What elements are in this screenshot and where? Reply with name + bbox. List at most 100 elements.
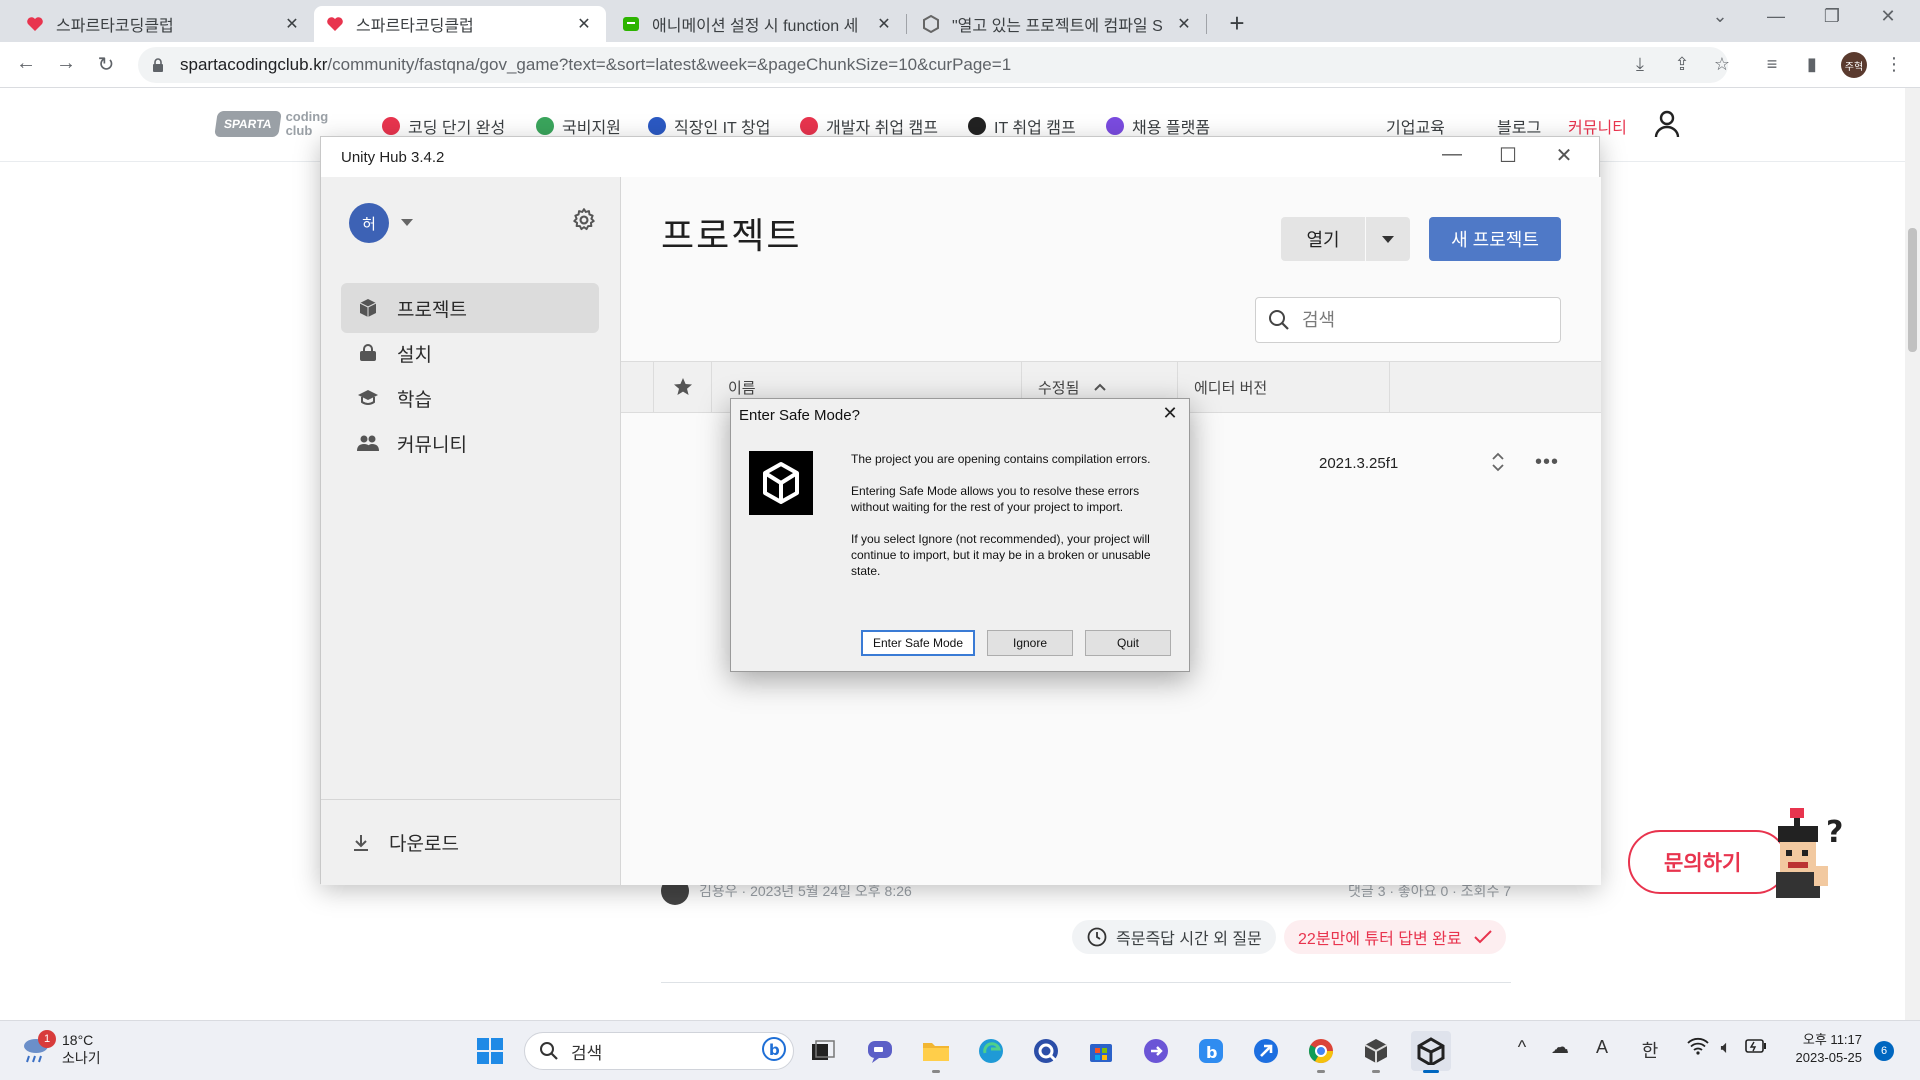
nav-link[interactable]: 코딩 단기 완성 bbox=[382, 114, 505, 138]
install-icon[interactable]: ⤓ bbox=[1628, 54, 1652, 75]
close-window-icon[interactable]: ✕ bbox=[1868, 6, 1908, 27]
onedrive-icon[interactable]: ☁ bbox=[1546, 1037, 1574, 1058]
weather-widget[interactable]: 1 18°C 소나기 bbox=[20, 1030, 101, 1067]
store-button[interactable] bbox=[1081, 1031, 1121, 1071]
open-dropdown-button[interactable] bbox=[1366, 217, 1410, 261]
new-project-button[interactable]: 새 프로젝트 bbox=[1429, 217, 1561, 261]
downloads-button[interactable]: 다운로드 bbox=[351, 829, 459, 856]
ime-language[interactable]: 한 bbox=[1636, 1037, 1664, 1063]
file-explorer-button[interactable] bbox=[916, 1031, 956, 1073]
running-indicator bbox=[1317, 1070, 1325, 1073]
user-icon[interactable] bbox=[1654, 110, 1680, 138]
minimize-icon[interactable]: — bbox=[1756, 6, 1796, 27]
close-tab-icon[interactable]: ✕ bbox=[874, 14, 894, 34]
task-view-icon bbox=[812, 1040, 835, 1060]
new-tab-button[interactable]: + bbox=[1222, 8, 1252, 39]
nav-label: 코딩 단기 완성 bbox=[408, 120, 506, 137]
back-arrow-icon[interactable]: ← bbox=[12, 52, 40, 75]
side-panel-icon[interactable]: ▮ bbox=[1800, 54, 1824, 75]
editor-version-value[interactable]: 2021.3.25f1 bbox=[1319, 455, 1398, 472]
mascot-character-icon[interactable]: ? bbox=[1766, 808, 1862, 898]
chat-app-button[interactable] bbox=[860, 1031, 900, 1071]
search-box[interactable] bbox=[1255, 297, 1561, 343]
tab-title: 애니메이션 설정 시 function 세 bbox=[652, 18, 859, 35]
graduation-cap-icon bbox=[357, 387, 379, 409]
nav-link-community[interactable]: 커뮤니티 bbox=[1568, 114, 1627, 138]
sidebar-item-learn[interactable]: 학습 bbox=[341, 373, 599, 423]
reading-list-icon[interactable]: ≡ bbox=[1760, 54, 1784, 75]
taskbar-search[interactable]: 검색 b bbox=[524, 1032, 794, 1070]
nav-link[interactable]: 채용 플랫폼 bbox=[1106, 114, 1210, 138]
purple-arrow-app-icon bbox=[1144, 1039, 1168, 1063]
favorite-column-header[interactable] bbox=[653, 362, 711, 412]
quit-button[interactable]: Quit bbox=[1085, 630, 1171, 656]
ime-mode[interactable]: A bbox=[1588, 1037, 1616, 1058]
reload-icon[interactable]: ↻ bbox=[92, 52, 120, 77]
close-tab-icon[interactable]: ✕ bbox=[282, 14, 302, 34]
wifi-icon[interactable] bbox=[1684, 1037, 1712, 1060]
unity-hub-button[interactable] bbox=[1411, 1031, 1451, 1073]
edge-browser-button[interactable] bbox=[971, 1031, 1011, 1071]
search-input[interactable] bbox=[1302, 309, 1522, 331]
battery-icon[interactable] bbox=[1742, 1037, 1770, 1058]
profile-avatar[interactable]: 주혁 bbox=[1841, 52, 1867, 78]
browser-tab[interactable]: "열고 있는 프로젝트에 컴파일 S ✕ bbox=[910, 6, 1206, 42]
nav-link[interactable]: 직장인 IT 창업 bbox=[648, 114, 770, 138]
nav-link-blog[interactable]: 블로그 bbox=[1497, 114, 1541, 138]
app-button[interactable] bbox=[1136, 1031, 1176, 1071]
lock-icon bbox=[357, 342, 379, 364]
volume-icon[interactable]: 🔈︎ bbox=[1712, 1037, 1740, 1058]
restore-icon[interactable]: ❐ bbox=[1812, 6, 1852, 27]
star-icon bbox=[673, 378, 692, 395]
clock[interactable]: 오후 11:17 2023-05-25 bbox=[1782, 1031, 1863, 1067]
app-button[interactable] bbox=[1246, 1031, 1286, 1071]
hub-minimize-icon[interactable]: — bbox=[1437, 143, 1467, 166]
open-button[interactable]: 열기 bbox=[1281, 217, 1365, 261]
browser-tab-active[interactable]: 스파르타코딩클럽 ✕ bbox=[314, 6, 606, 42]
scrollbar-thumb[interactable] bbox=[1908, 228, 1917, 352]
tray-overflow-chevron-icon[interactable]: ^ bbox=[1508, 1037, 1536, 1058]
account-caret-icon[interactable] bbox=[401, 219, 413, 226]
browser-tab[interactable]: 스파르타코딩클럽 ✕ bbox=[14, 6, 314, 42]
tab-search-icon[interactable]: ⌄ bbox=[1700, 6, 1740, 27]
notification-badge[interactable]: 6 bbox=[1874, 1041, 1894, 1061]
unity-editor-button[interactable] bbox=[1356, 1031, 1396, 1073]
nav-link-corporate[interactable]: 기업교육 bbox=[1386, 114, 1445, 138]
close-tab-icon[interactable]: ✕ bbox=[574, 14, 594, 34]
app-button[interactable] bbox=[1026, 1031, 1066, 1071]
page-scrollbar[interactable] bbox=[1905, 88, 1920, 1020]
cube-icon bbox=[357, 297, 379, 319]
sidebar-item-projects[interactable]: 프로젝트 bbox=[341, 283, 599, 333]
nav-link[interactable]: 개발자 취업 캠프 bbox=[800, 114, 938, 138]
sparta-logo[interactable]: SPARTA coding club bbox=[214, 110, 328, 138]
app-button[interactable]: b bbox=[1191, 1031, 1231, 1071]
version-select-chevrons-icon[interactable] bbox=[1491, 451, 1505, 473]
gear-icon[interactable] bbox=[571, 207, 597, 233]
start-button[interactable] bbox=[470, 1031, 510, 1071]
sidebar-item-installs[interactable]: 설치 bbox=[341, 328, 599, 378]
share-icon[interactable]: ⇪ bbox=[1670, 54, 1694, 75]
account-avatar[interactable]: 허 bbox=[349, 203, 389, 243]
hub-close-icon[interactable]: ✕ bbox=[1549, 143, 1579, 168]
chrome-button[interactable] bbox=[1301, 1031, 1341, 1073]
ignore-button[interactable]: Ignore bbox=[987, 630, 1073, 656]
browser-tab-strip: 스파르타코딩클럽 ✕ 스파르타코딩클럽 ✕ 애니메이션 설정 시 functio… bbox=[0, 0, 1920, 42]
enter-safe-mode-button[interactable]: Enter Safe Mode bbox=[861, 630, 975, 656]
sidebar-item-label: 커뮤니티 bbox=[397, 434, 467, 456]
hub-maximize-icon[interactable]: ☐ bbox=[1493, 143, 1523, 168]
inquiry-button[interactable]: 문의하기 bbox=[1628, 830, 1788, 894]
close-tab-icon[interactable]: ✕ bbox=[1174, 14, 1194, 34]
more-options-icon[interactable]: ••• bbox=[1535, 452, 1559, 472]
bookmark-star-icon[interactable]: ☆ bbox=[1710, 54, 1734, 75]
address-bar[interactable]: spartacodingclub.kr/community/fastqna/go… bbox=[138, 47, 1728, 83]
task-view-button[interactable] bbox=[803, 1031, 843, 1071]
dialog-close-icon[interactable]: ✕ bbox=[1155, 403, 1185, 429]
store-icon bbox=[1090, 1044, 1112, 1062]
browser-tab[interactable]: 애니메이션 설정 시 function 세 ✕ bbox=[610, 6, 906, 42]
nav-link[interactable]: IT 취업 캠프 bbox=[968, 114, 1076, 138]
menu-dots-icon[interactable]: ⋮ bbox=[1882, 54, 1906, 75]
forward-arrow-icon[interactable]: → bbox=[52, 52, 80, 75]
editor-version-column-header[interactable]: 에디터 버전 bbox=[1177, 362, 1389, 412]
sidebar-item-community[interactable]: 커뮤니티 bbox=[341, 418, 599, 468]
nav-link[interactable]: 국비지원 bbox=[536, 114, 621, 138]
